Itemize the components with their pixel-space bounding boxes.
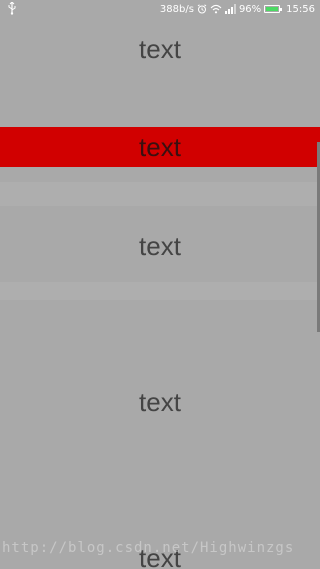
usb-icon xyxy=(7,1,17,15)
list-item-selected[interactable]: text xyxy=(0,127,320,167)
status-bar-right: 388b/s 96% 15:56 xyxy=(160,0,315,18)
battery-icon xyxy=(264,5,283,13)
alarm-icon xyxy=(197,4,207,14)
separator-band xyxy=(0,282,320,300)
app-screen: 388b/s 96% 15:56 text text text text tex… xyxy=(0,0,320,569)
signal-icon xyxy=(224,4,236,14)
list-item-label: text xyxy=(139,386,181,417)
wifi-icon xyxy=(210,4,222,14)
list-item[interactable]: text xyxy=(0,382,320,422)
list-item[interactable]: text xyxy=(0,29,320,69)
list-item-label: text xyxy=(139,33,181,64)
status-bar: 388b/s 96% 15:56 xyxy=(0,0,320,18)
separator-band xyxy=(0,182,320,206)
list-item-label: text xyxy=(139,230,181,261)
list-item-label: text xyxy=(139,131,181,162)
battery-percent: 96% xyxy=(238,3,262,15)
clock: 15:56 xyxy=(286,3,315,15)
list-item[interactable]: text xyxy=(0,226,320,266)
network-speed: 388b/s xyxy=(159,3,194,15)
battery-fill xyxy=(266,7,279,11)
watermark: http://blog.csdn.net/Highwinzgs xyxy=(2,540,295,556)
